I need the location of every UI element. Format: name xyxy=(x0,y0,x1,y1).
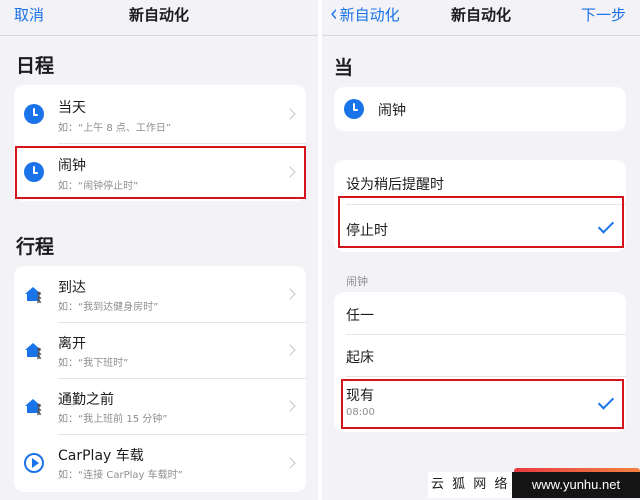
when-heading: 当 xyxy=(334,57,354,79)
watermark: 云 狐 网 络 www.yunhu.net xyxy=(428,468,640,500)
alarm-option-any[interactable]: 任一 xyxy=(334,292,626,334)
alarm-option-existing[interactable]: 现有 08:00 xyxy=(334,376,626,432)
alarm-event-options: 设为稍后提醒时 停止时 xyxy=(334,160,626,252)
alarm-choice-card: 任一 起床 现有 08:00 xyxy=(334,292,626,432)
alarm-section-label: 闹钟 xyxy=(346,275,368,288)
left-page-title: 新自动化 xyxy=(128,6,189,24)
right-screen: ‹ 新自动化 新自动化 下一步 当 闹钟 设为稍后提醒时 停止时 闹钟 任一 起… xyxy=(322,0,640,500)
clock-icon xyxy=(344,99,364,119)
chevron-right-icon xyxy=(284,166,296,178)
checkmark-icon xyxy=(597,217,615,234)
trigger-subtitle: 如：“连接 CarPlay 车载时” xyxy=(58,470,183,481)
option-label: 现有 xyxy=(346,388,374,404)
selected-trigger-label: 闹钟 xyxy=(378,103,406,119)
chevron-right-icon xyxy=(284,288,296,300)
home-person-icon xyxy=(25,343,42,360)
trigger-item-before-commute[interactable]: 通勤之前 如：“我上班前 15 分钟” xyxy=(14,378,306,434)
home-person-icon xyxy=(25,287,42,304)
option-label: 停止时 xyxy=(346,223,388,239)
right-navbar: ‹ 新自动化 新自动化 下一步 xyxy=(322,0,640,36)
selected-trigger: 闹钟 xyxy=(334,87,626,131)
chevron-left-icon: ‹ xyxy=(330,0,338,28)
checkmark-icon xyxy=(597,393,615,410)
chevron-right-icon xyxy=(284,457,296,469)
trigger-title: 到达 xyxy=(58,280,86,296)
trigger-item-alarm[interactable]: 闹钟 如：“闹钟停止时” xyxy=(14,143,306,201)
trigger-subtitle: 如：“我下班时” xyxy=(58,358,129,369)
chevron-right-icon xyxy=(284,344,296,356)
option-label: 任一 xyxy=(346,308,374,324)
chevron-right-icon xyxy=(284,400,296,412)
watermark-text: 云 狐 网 络 xyxy=(428,472,513,498)
option-stopped[interactable]: 停止时 xyxy=(334,204,626,252)
schedule-heading: 日程 xyxy=(16,55,55,77)
home-person-icon xyxy=(25,399,42,416)
trigger-subtitle: 如：“我上班前 15 分钟” xyxy=(58,414,168,425)
left-screen: 取消 新自动化 日程 当天 如：“上午 8 点、工作日” 闹钟 如：“闹钟停止时… xyxy=(0,0,318,500)
left-navbar: 取消 新自动化 xyxy=(0,0,318,36)
trigger-subtitle: 如：“我到达健身房时” xyxy=(58,302,159,313)
trigger-item-arrive[interactable]: 到达 如：“我到达健身房时” xyxy=(14,266,306,322)
trigger-item-time-of-day[interactable]: 当天 如：“上午 8 点、工作日” xyxy=(14,85,306,143)
chevron-right-icon xyxy=(284,108,296,120)
back-button[interactable]: ‹ 新自动化 xyxy=(330,0,400,28)
back-label: 新自动化 xyxy=(339,6,400,24)
option-label: 设为稍后提醒时 xyxy=(346,177,444,193)
clock-icon xyxy=(24,104,44,124)
travel-card: 到达 如：“我到达健身房时” 离开 如：“我下班时” 通勤之前 如：“我上班前 … xyxy=(14,266,306,492)
carplay-icon xyxy=(24,453,44,473)
watermark-url: www.yunhu.net xyxy=(512,472,640,498)
trigger-subtitle: 如：“闹钟停止时” xyxy=(58,181,139,192)
clock-icon xyxy=(24,162,44,182)
trigger-item-leave[interactable]: 离开 如：“我下班时” xyxy=(14,322,306,378)
travel-heading: 行程 xyxy=(16,236,55,258)
option-label: 起床 xyxy=(346,350,374,366)
trigger-title: 闹钟 xyxy=(58,158,86,174)
trigger-title: 离开 xyxy=(58,336,86,352)
next-button[interactable]: 下一步 xyxy=(581,4,626,25)
schedule-card: 当天 如：“上午 8 点、工作日” 闹钟 如：“闹钟停止时” xyxy=(14,85,306,201)
option-snooze[interactable]: 设为稍后提醒时 xyxy=(334,160,626,204)
cancel-button[interactable]: 取消 xyxy=(14,4,44,25)
alarm-time: 08:00 xyxy=(346,407,375,418)
trigger-title: CarPlay 车载 xyxy=(58,448,144,464)
trigger-item-carplay[interactable]: CarPlay 车载 如：“连接 CarPlay 车载时” xyxy=(14,434,306,492)
trigger-subtitle: 如：“上午 8 点、工作日” xyxy=(58,123,172,134)
when-card: 闹钟 xyxy=(334,87,626,131)
trigger-title: 通勤之前 xyxy=(58,392,114,408)
trigger-title: 当天 xyxy=(58,100,86,116)
alarm-option-wake-up[interactable]: 起床 xyxy=(334,334,626,376)
